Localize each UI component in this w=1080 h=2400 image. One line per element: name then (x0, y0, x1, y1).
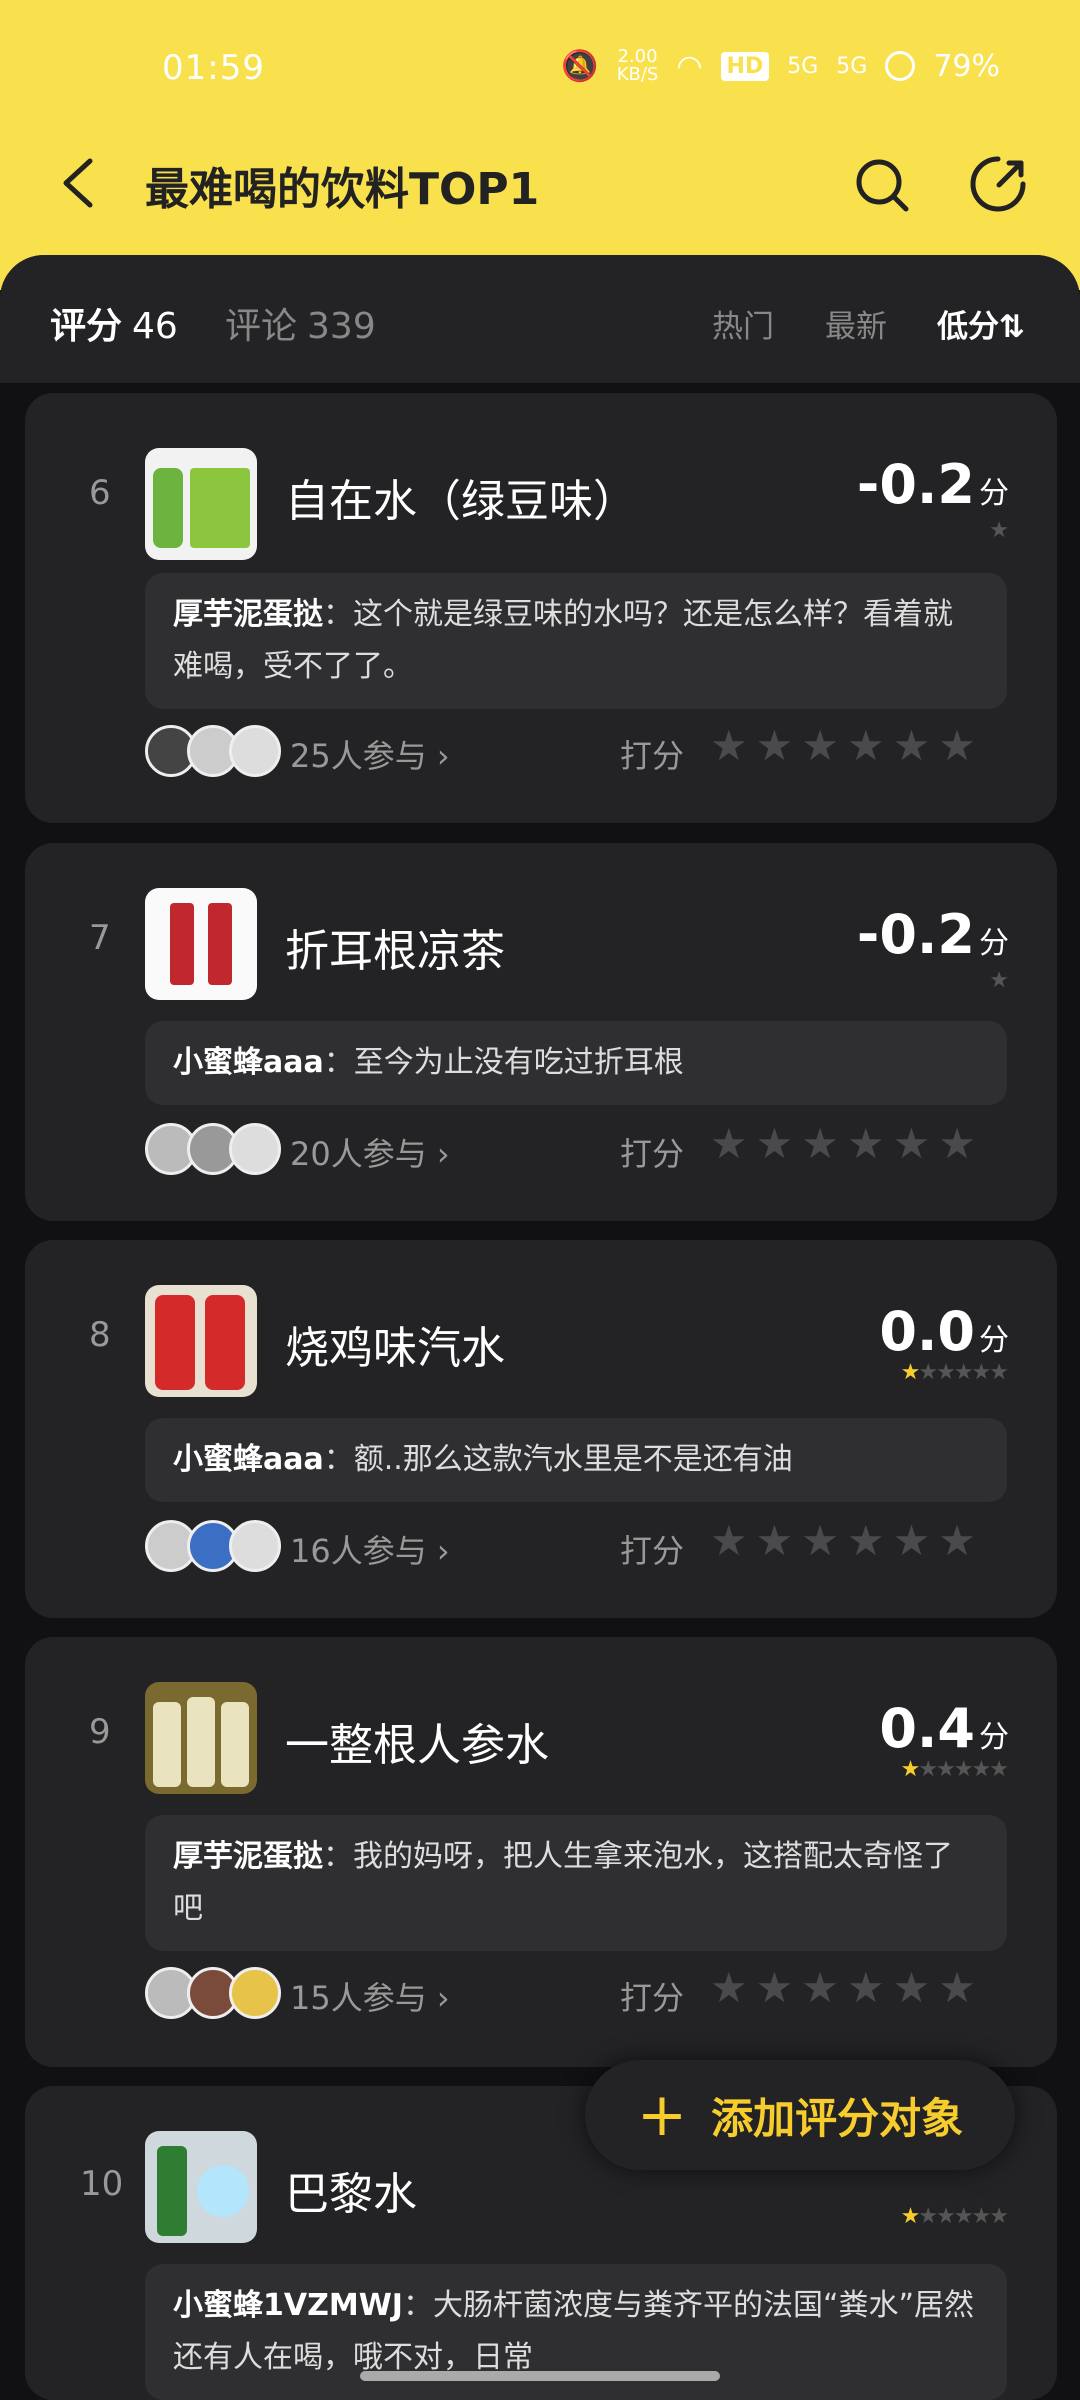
chevron-right-icon: › (436, 1979, 450, 2017)
list-item[interactable]: 8 烧鸡味汽水 0.0 分 ★★★★★★ 小蜜蜂aaa：额..那么这款汽水里是不是… (25, 1240, 1057, 1618)
product-image (145, 888, 257, 1000)
back-arrow-icon[interactable] (50, 153, 110, 213)
rating-stars-input[interactable]: ★★★★★★ (710, 721, 984, 770)
network-speed: 2.00 KB/S (616, 46, 659, 85)
chevron-right-icon: › (436, 737, 450, 775)
chevron-right-icon: › (436, 1135, 450, 1173)
top-bar: 最难喝的饮料TOP1 (0, 145, 1080, 225)
battery-percent: 79% (933, 48, 1000, 84)
product-image (145, 2131, 257, 2243)
item-name: 烧鸡味汽水 (285, 1323, 505, 1374)
rank-number: 10 (80, 2164, 124, 2204)
rating-stars-input[interactable]: ★★★★★★ (710, 1516, 984, 1565)
product-thumbnail (145, 1682, 257, 1794)
sort-low[interactable]: 低分⇅ (937, 301, 1025, 346)
sort-hot[interactable]: 热门 (712, 301, 774, 346)
mute-icon: 🔕 (561, 48, 599, 84)
item-score: -0.2 分 (856, 453, 1009, 516)
chevron-right-icon: › (436, 1532, 450, 1570)
avatar (229, 725, 281, 777)
score-stars: ★★★★★★ (900, 1757, 1009, 1782)
rating-stars-input[interactable]: ★★★★★★ (710, 1119, 984, 1168)
top-comment: 厚芋泥蛋挞：我的妈呀，把人生拿来泡水，这搭配太奇怪了吧 (145, 1815, 1007, 1951)
score-stars: ★★★★★★ (900, 2204, 1009, 2229)
top-comment: 小蜜蜂aaa：额..那么这款汽水里是不是还有油 (145, 1418, 1007, 1502)
rating-stars-input[interactable]: ★★★★★★ (710, 1963, 984, 2012)
participant-avatars (145, 1520, 281, 1572)
wifi-icon: ◠ (676, 48, 703, 84)
participants-link[interactable]: 15人参与 › (290, 1973, 450, 2019)
search-icon[interactable] (852, 155, 912, 215)
participant-avatars (145, 1967, 281, 2019)
item-name: 巴黎水 (285, 2169, 417, 2220)
product-image (145, 1682, 257, 1794)
participants-link[interactable]: 25人参与 › (290, 731, 450, 777)
item-score: -0.2 分 (856, 903, 1009, 966)
score-stars: ★★★★★★ (900, 1360, 1009, 1385)
rate-label: 打分 (620, 737, 685, 775)
avatar (229, 1967, 281, 2019)
sort-toggle-icon: ⇅ (999, 309, 1025, 345)
status-time: 01:59 (162, 48, 265, 88)
participants-link[interactable]: 16人参与 › (290, 1526, 450, 1572)
rank-number: 6 (89, 473, 111, 513)
tab-score[interactable]: 评分 46 (50, 297, 178, 349)
status-bar: 01:59 🔕 2.00 KB/S ◠ HD 5G 5G 79% (0, 40, 1080, 100)
product-thumbnail (145, 1285, 257, 1397)
participants-link[interactable]: 20人参与 › (290, 1129, 450, 1175)
rate-label: 打分 (620, 1532, 685, 1570)
item-name: 折耳根凉茶 (285, 926, 505, 977)
home-indicator[interactable] (360, 2371, 720, 2381)
product-thumbnail (145, 448, 257, 560)
product-thumbnail (145, 888, 257, 1000)
tabs-bar: 评分 46 评论 339 热门 最新 低分⇅ (0, 255, 1080, 383)
list-item[interactable]: 9 一整根人参水 0.4 分 ★★★★★★ 厚芋泥蛋挞：我的妈呀，把人生拿来泡水，… (25, 1637, 1057, 2067)
top-comment: 厚芋泥蛋挞：这个就是绿豆味的水吗？还是怎么样？看着就难喝，受不了了。 (145, 573, 1007, 709)
rank-number: 8 (89, 1315, 111, 1355)
list-item[interactable]: 7 折耳根凉茶 -0.2 分 ★ 小蜜蜂aaa：至今为止没有吃过折耳根 20人参与… (25, 843, 1057, 1221)
add-rating-object-label: 添加评分对象 (711, 2093, 964, 2143)
rank-number: 7 (89, 918, 111, 958)
avatar (229, 1520, 281, 1572)
rank-number: 9 (89, 1712, 111, 1752)
product-image (145, 448, 257, 560)
rate-label: 打分 (620, 1135, 685, 1173)
top-comment: 小蜜蜂aaa：至今为止没有吃过折耳根 (145, 1021, 1007, 1105)
add-rating-object-button[interactable]: + 添加评分对象 (585, 2060, 1015, 2170)
item-name: 一整根人参水 (285, 1720, 549, 1771)
sort-new[interactable]: 最新 (825, 301, 887, 346)
rate-label: 打分 (620, 1979, 685, 2017)
plus-icon: + (636, 2080, 688, 2150)
product-thumbnail (145, 2131, 257, 2243)
participant-avatars (145, 725, 281, 777)
signal-5g-icon-2: 5G (836, 53, 868, 79)
item-score: 0.0 分 (879, 1300, 1009, 1363)
battery-icon (885, 51, 916, 81)
page-title: 最难喝的饮料TOP1 (145, 164, 540, 215)
item-score: 0.4 分 (879, 1697, 1009, 1760)
score-star-icon: ★ (989, 968, 1009, 993)
signal-5g-icon: 5G (787, 53, 819, 79)
hd-badge: HD (720, 51, 770, 81)
participant-avatars (145, 1123, 281, 1175)
product-image (145, 1285, 257, 1397)
tab-comment[interactable]: 评论 339 (225, 297, 376, 349)
score-star-icon: ★ (989, 518, 1009, 543)
list-item[interactable]: 6 自在水（绿豆味） -0.2 分 ★ 厚芋泥蛋挞：这个就是绿豆味的水吗？还是怎么… (25, 393, 1057, 823)
avatar (229, 1123, 281, 1175)
item-name: 自在水（绿豆味） (285, 476, 637, 527)
share-icon[interactable] (967, 153, 1029, 215)
